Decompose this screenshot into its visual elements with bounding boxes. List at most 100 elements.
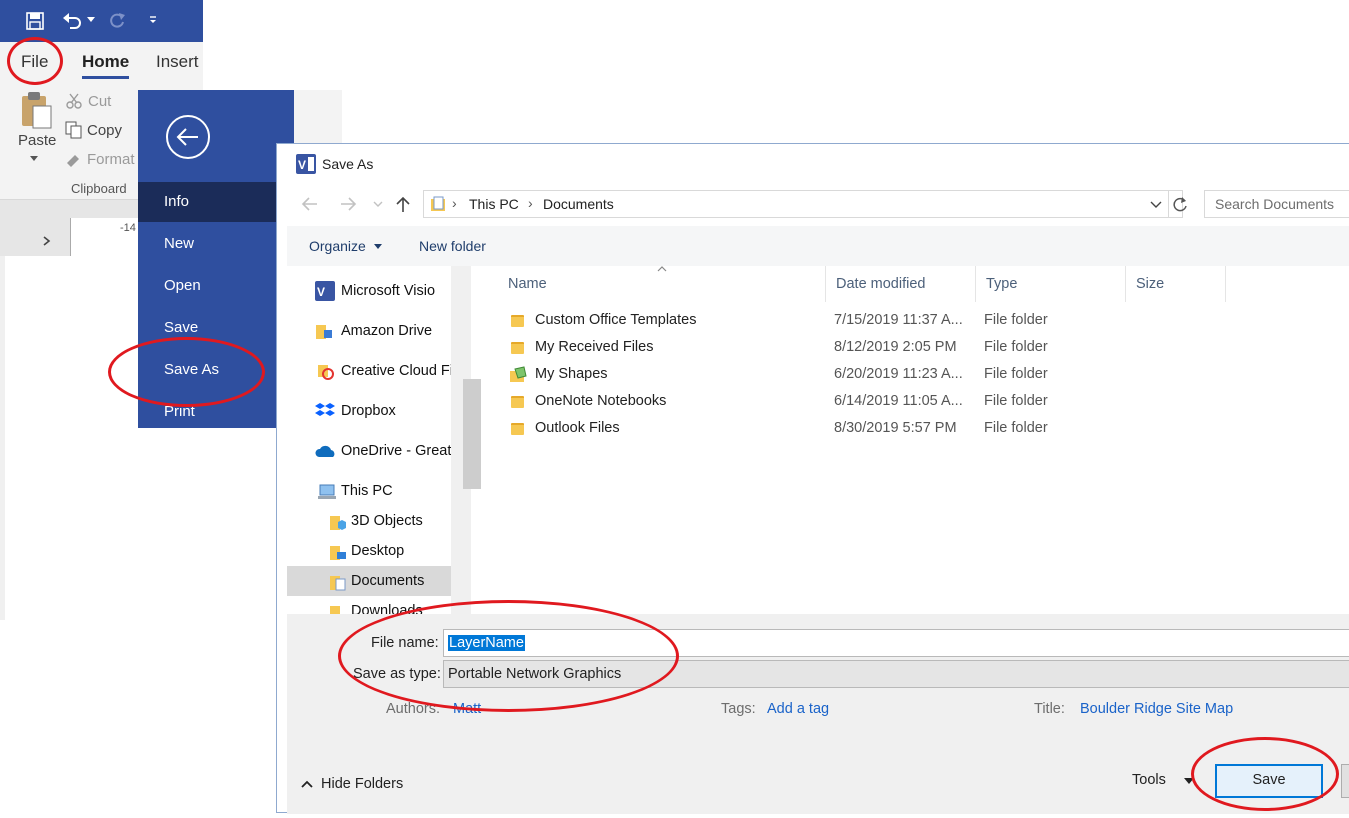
- backstage-item-new[interactable]: New: [138, 224, 277, 264]
- nav-label: Amazon Drive: [341, 323, 433, 339]
- refresh-icon[interactable]: [1172, 196, 1188, 212]
- nav-label: Microsoft Visio: [341, 283, 436, 299]
- ruler-area: -14: [0, 200, 140, 256]
- table-row[interactable]: OneNote Notebooks 6/14/2019 11:05 A... F…: [483, 388, 1343, 415]
- chevron-up-icon[interactable]: [301, 780, 313, 788]
- customize-toolbar-icon[interactable]: [148, 15, 158, 25]
- folder-3d-icon: [330, 516, 346, 530]
- nav-item-onedrive[interactable]: OneDrive - Great L: [287, 436, 461, 466]
- address-bar[interactable]: › This PC › Documents: [423, 190, 1187, 218]
- backstage-item-save[interactable]: Save: [138, 308, 277, 348]
- nav-item-documents[interactable]: Documents: [287, 566, 461, 596]
- tags-value[interactable]: Add a tag: [767, 701, 829, 717]
- scrollbar-thumb[interactable]: [463, 379, 481, 489]
- redo-icon: [110, 13, 125, 28]
- file-name-input[interactable]: LayerName: [443, 629, 1349, 657]
- cancel-button[interactable]: [1341, 764, 1349, 798]
- folder-icon: [511, 315, 524, 327]
- breadcrumb-this-pc[interactable]: This PC: [469, 196, 519, 212]
- column-header-size[interactable]: Size: [1126, 266, 1226, 302]
- nav-item-downloads[interactable]: Downloads: [287, 596, 461, 614]
- back-arrow-icon[interactable]: [165, 114, 211, 160]
- nav-label: Documents: [351, 573, 425, 589]
- back-arrow-icon[interactable]: [301, 196, 319, 212]
- save-type-label: Save as type:: [353, 666, 441, 682]
- forward-arrow-icon[interactable]: [339, 196, 357, 212]
- copy-button[interactable]: Copy: [87, 122, 122, 139]
- folder-icon: [316, 325, 332, 339]
- paste-label[interactable]: Paste: [18, 132, 56, 149]
- nav-item-creative-cloud[interactable]: Creative Cloud Files: [287, 356, 461, 386]
- tab-home[interactable]: Home: [82, 52, 130, 79]
- nav-label: 3D Objects: [351, 513, 423, 529]
- tools-button[interactable]: Tools: [1132, 772, 1166, 788]
- nav-label: Dropbox: [341, 403, 396, 419]
- format-painter-button[interactable]: Format: [87, 151, 135, 168]
- table-row[interactable]: Custom Office Templates 7/15/2019 11:37 …: [483, 307, 1343, 334]
- file-date: 6/14/2019 11:05 A...: [834, 393, 963, 409]
- computer-icon: [318, 484, 336, 499]
- nav-item-desktop[interactable]: Desktop: [287, 536, 461, 566]
- nav-item-3d-objects[interactable]: 3D Objects: [287, 506, 461, 536]
- table-row[interactable]: My Shapes 6/20/2019 11:23 A... File fold…: [483, 361, 1343, 388]
- onedrive-icon: [315, 445, 335, 457]
- tab-file[interactable]: File: [21, 52, 48, 72]
- column-header-name[interactable]: Name: [498, 266, 826, 302]
- creative-cloud-icon: [318, 365, 334, 380]
- undo-icon[interactable]: [62, 12, 84, 30]
- save-icon[interactable]: [26, 12, 44, 30]
- title-value[interactable]: Boulder Ridge Site Map: [1080, 701, 1233, 717]
- file-type: File folder: [984, 339, 1048, 355]
- chevron-down-icon[interactable]: [1150, 201, 1162, 209]
- cut-button[interactable]: Cut: [88, 93, 111, 110]
- chevron-down-icon[interactable]: [1184, 778, 1194, 784]
- nav-item-amazon-drive[interactable]: Amazon Drive: [287, 316, 461, 346]
- authors-value[interactable]: Matt: [453, 701, 481, 717]
- file-name: Outlook Files: [535, 420, 620, 436]
- paste-icon[interactable]: [20, 90, 54, 130]
- chevron-down-icon[interactable]: [373, 201, 383, 207]
- search-input[interactable]: Search Documents: [1204, 190, 1349, 218]
- file-type: File folder: [984, 393, 1048, 409]
- format-painter-icon: [67, 155, 79, 167]
- save-type-select[interactable]: Portable Network Graphics: [443, 660, 1349, 688]
- up-arrow-icon[interactable]: [395, 195, 411, 213]
- nav-label: Creative Cloud Files: [341, 363, 461, 379]
- chevron-right-icon[interactable]: [42, 236, 52, 246]
- chevron-down-icon[interactable]: [30, 156, 38, 161]
- ruler-number: -14: [120, 222, 136, 234]
- nav-item-dropbox[interactable]: Dropbox: [287, 396, 461, 426]
- backstage-item-open[interactable]: Open: [138, 266, 277, 306]
- drawing-canvas-edge: [0, 256, 5, 620]
- nav-label: OneDrive - Great L: [341, 443, 461, 459]
- save-button[interactable]: Save: [1215, 764, 1323, 798]
- backstage-item-save-as[interactable]: Save As: [138, 350, 277, 390]
- table-row[interactable]: My Received Files 8/12/2019 2:05 PM File…: [483, 334, 1343, 361]
- nav-item-microsoft-visio[interactable]: V Microsoft Visio: [287, 276, 461, 306]
- new-folder-button[interactable]: New folder: [419, 238, 486, 254]
- dropbox-icon: [315, 403, 335, 416]
- organize-button[interactable]: Organize: [309, 238, 366, 254]
- file-date: 7/15/2019 11:37 A...: [834, 312, 963, 328]
- breadcrumb-documents[interactable]: Documents: [543, 196, 614, 212]
- chevron-down-icon[interactable]: [87, 17, 95, 22]
- column-header-date-modified[interactable]: Date modified: [826, 266, 976, 302]
- file-name-label: File name:: [371, 635, 439, 651]
- file-name: Custom Office Templates: [535, 312, 697, 328]
- documents-location-icon: [431, 196, 445, 211]
- documents-folder-icon: [330, 576, 346, 591]
- file-list: Name Date modified Type Size Custom Offi…: [483, 266, 1349, 614]
- column-header-type[interactable]: Type: [976, 266, 1126, 302]
- backstage-item-info[interactable]: Info: [138, 182, 277, 222]
- svg-text:V: V: [317, 285, 325, 299]
- authors-label: Authors:: [386, 701, 440, 717]
- hide-folders-button[interactable]: Hide Folders: [321, 776, 403, 792]
- dialog-title: Save As: [322, 156, 374, 172]
- folder-icon: [511, 423, 524, 435]
- tab-insert[interactable]: Insert: [156, 52, 199, 72]
- table-row[interactable]: Outlook Files 8/30/2019 5:57 PM File fol…: [483, 415, 1343, 442]
- file-name-value: LayerName: [448, 635, 525, 651]
- backstage-item-print[interactable]: Print: [138, 392, 277, 432]
- nav-item-this-pc[interactable]: This PC: [287, 476, 461, 506]
- save-as-dialog: V Save As › This PC › Documents Search D…: [276, 143, 1349, 814]
